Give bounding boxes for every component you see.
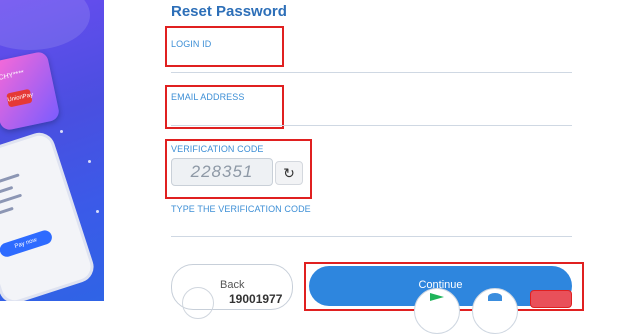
mail-icon[interactable] xyxy=(530,290,572,308)
decorative-blob xyxy=(0,0,90,50)
promo-banner: CHY**** UnionPay Pay now xyxy=(0,0,104,301)
phone-button: Pay now xyxy=(0,228,54,259)
refresh-icon: ↻ xyxy=(283,164,295,181)
phone-mockup-image: Pay now xyxy=(0,128,98,301)
app-store-icon[interactable] xyxy=(472,288,518,334)
type-code-label: TYPE THE VERIFICATION CODE xyxy=(171,204,311,214)
back-button-label: Back xyxy=(220,279,245,291)
login-id-label: LOGIN ID xyxy=(171,39,212,49)
sparkle-icon xyxy=(96,210,99,213)
phone-icon xyxy=(182,287,214,319)
sparkle-icon xyxy=(88,160,91,163)
payment-card-image: CHY**** UnionPay xyxy=(0,50,61,132)
email-label: EMAIL ADDRESS xyxy=(171,92,245,102)
verification-code-input[interactable] xyxy=(171,236,572,237)
verification-label: VERIFICATION CODE xyxy=(171,144,264,154)
refresh-captcha-button[interactable]: ↻ xyxy=(275,161,303,185)
sparkle-icon xyxy=(60,130,63,133)
google-play-icon[interactable] xyxy=(414,288,460,334)
hotline-number: 19001977 xyxy=(229,292,283,306)
email-input[interactable] xyxy=(171,125,572,126)
card-label: CHY**** xyxy=(0,69,25,82)
card-brand-logo: UnionPay xyxy=(6,88,34,108)
login-id-input[interactable] xyxy=(171,72,572,73)
page-title: Reset Password xyxy=(171,3,287,20)
captcha-image: 228351 xyxy=(171,158,273,186)
